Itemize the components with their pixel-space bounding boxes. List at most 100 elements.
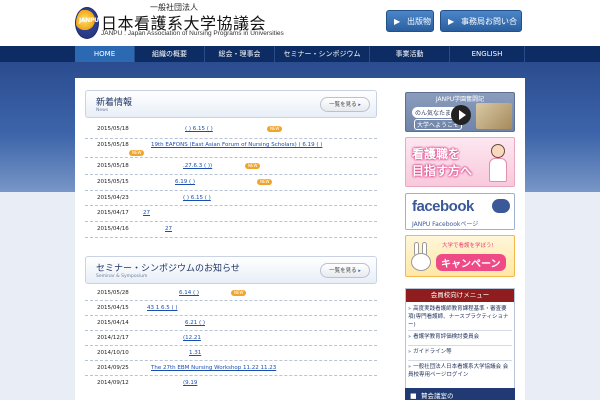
nav-activities[interactable]: 事業活動 [370,46,450,62]
video-thumbnail [476,103,512,129]
news-date: 2015/05/15 [97,179,129,185]
new-badge: NEW [257,179,273,185]
seminar-link[interactable]: (12.21 [183,335,201,341]
seminar-row[interactable]: 2015/04/15 43 1 6.5 ( ) [85,301,377,316]
new-badge: NEW [267,126,283,132]
aspiring-line1: 看護職を [412,147,461,161]
news-link[interactable]: 27 [165,226,172,232]
aspiring-nurses-banner[interactable]: 看護職を 目指す方へ [405,137,515,187]
site-header: JANPU 一般社団法人 日本看護系大学協議会 JANPU : Japan As… [0,0,600,48]
member-menu: 会員校向けメニュー » 高度実践看護師教育課程基準・審査要項(専門看護師、ナースプ… [405,288,515,400]
seminar-date: 2015/04/15 [97,305,129,311]
news-subtitle: News [96,108,109,113]
publications-button[interactable]: ▶ 出版物 [386,10,434,32]
main-nav: HOME 組織の概要 総会・理事会 セミナー・シンポジウム 事業活動 ENGLI… [0,46,600,62]
nav-general-meeting[interactable]: 総会・理事会 [205,46,275,62]
logo-badge-text: JANPU [79,17,99,24]
left-column: 新着情報 News 一覧を見る ▸ 2015/05/18 ( ) 6.15 ( … [85,90,377,388]
nav-english[interactable]: ENGLISH [450,46,525,62]
nav-home[interactable]: HOME [75,46,135,62]
seminar-title: セミナー・シンポジウムのお知らせ [96,264,240,274]
seminar-row[interactable]: 2014/10/10 1.31 [85,346,377,361]
facebook-subtitle: JANPU Facebookページ [412,221,479,228]
news-date: 2015/05/18 [97,126,129,132]
seminar-link[interactable]: 6.21 ( ) [185,320,205,326]
meeting-room-label: 賛会議室の [421,392,454,400]
arrow-right-icon: ▶ [448,17,455,26]
news-row[interactable]: 2015/04/17 27 [85,206,377,222]
news-row[interactable]: 2015/05/18 19th EAFONS (East Asian Forum… [85,139,377,158]
seminar-date: 2014/12/17 [97,335,129,341]
member-menu-item[interactable]: » ガイドライン等 [408,348,512,361]
news-link[interactable]: 27 [143,210,150,216]
news-row[interactable]: 2015/04/23 ( ) 6.15 ( ) [85,191,377,206]
member-menu-item[interactable]: » 高度実践看護師教育課程基準・審査要項(専門看護師、ナースプラクティショナー) [408,305,512,331]
seminar-link[interactable]: 6.14 ( ) [179,290,199,296]
contact-label: 事務局お問い合わせ [461,17,517,48]
news-date: 2015/04/17 [97,210,129,216]
member-menu-item[interactable]: » 看護学教育評価検討委員会 [408,333,512,346]
news-row[interactable]: 2015/04/16 27 [85,222,377,238]
publications-label: 出版物 [407,17,431,26]
seminar-header: セミナー・シンポジウムのお知らせ Seminar & Symposium 一覧を… [85,256,377,284]
chevron-right-icon: ▸ [358,102,361,108]
facebook-banner[interactable]: facebook JANPU Facebookページ [405,193,515,230]
new-badge: NEW [245,163,261,169]
seminar-more-label: 一覧を見る [329,268,357,274]
video-banner[interactable]: JANPU学園奮闘記 のん気なたまごへ 大学へようこそ [405,92,515,132]
seminar-date: 2014/09/25 [97,365,129,371]
seminar-more-button[interactable]: 一覧を見る ▸ [320,263,370,278]
seminar-link[interactable]: The 27th EBM Nursing Workshop 11.22 11.2… [151,365,276,371]
new-badge: NEW [231,290,247,296]
news-row[interactable]: 2015/05/18 .27.6.3 ( )) NEW [85,158,377,175]
news-link[interactable]: ( ) 6.15 ( ) [183,195,211,201]
org-name-en: JANPU : Japan Association of Nursing Pro… [101,30,284,37]
seminar-date: 2015/04/14 [97,320,129,326]
nurse-illustration [486,144,510,184]
news-title: 新着情報 [96,98,133,108]
news-more-button[interactable]: 一覧を見る ▸ [320,97,370,112]
news-date: 2015/05/18 [97,142,129,148]
chevron-right-icon: » [408,334,412,340]
news-link[interactable]: 19th EAFONS (East Asian Forum of Nursing… [151,142,322,148]
news-row[interactable]: 2015/05/18 ( ) 6.15 ( ) NEW [85,126,377,139]
seminar-row[interactable]: 2015/04/14 6.21 ( ) [85,316,377,331]
chevron-right-icon: » [408,349,412,355]
new-badge: NEW [129,150,145,156]
news-header: 新着情報 News 一覧を見る ▸ [85,90,377,118]
play-icon[interactable] [451,105,471,125]
facebook-logo: facebook [412,198,474,215]
book-icon: ▶ [394,17,401,26]
seminar-row[interactable]: 2014/09/12 (9.19 [85,376,377,388]
seminar-date: 2014/10/10 [97,350,129,356]
nav-about[interactable]: 組織の概要 [135,46,205,62]
news-link[interactable]: 6.19 ( ) [175,179,195,185]
nav-seminar[interactable]: セミナー・シンポジウム [275,46,370,62]
aspiring-nurses-text: 看護職を 目指す方へ [412,146,472,180]
rabbit-mascot-icon [410,242,432,272]
campaign-title: キャンペーン [436,254,506,271]
building-icon: ■ [410,392,417,400]
chevron-right-icon: ▸ [358,268,361,274]
chevron-right-icon: » [408,364,412,370]
seminar-link[interactable]: 43 1 6.5 ( ) [147,305,178,311]
seminar-link[interactable]: 1.31 [189,350,201,356]
news-row[interactable]: 2015/05/15 6.19 ( ) NEW [85,175,377,191]
campaign-banner[interactable]: 大学で看護を学ぼう! キャンペーン [405,235,515,277]
video-banner-title: JANPU学園奮闘記 [435,96,485,103]
chat-bubble-icon [492,199,510,213]
news-link[interactable]: ( ) 6.15 ( ) [185,126,213,132]
member-menu-item[interactable]: » 一般社団法人日本看護系大学協議会 会員校専用ページログイン [408,363,512,385]
meeting-room-banner[interactable]: ■ 賛会議室の [405,388,515,400]
seminar-link[interactable]: (9.19 [183,380,197,386]
seminar-subtitle: Seminar & Symposium [96,274,148,279]
campaign-tagline: 大学で看護を学ぼう! [442,243,494,249]
seminar-row[interactable]: 2015/05/28 6.14 ( ) NEW [85,287,377,301]
news-more-label: 一覧を見る [329,102,357,108]
seminar-row[interactable]: 2014/12/17 (12.21 [85,331,377,346]
seminar-date: 2015/05/28 [97,290,129,296]
seminar-row[interactable]: 2014/09/25 The 27th EBM Nursing Workshop… [85,361,377,376]
contact-button[interactable]: ▶ 事務局お問い合わせ [440,10,522,48]
aspiring-line2: 目指す方へ [412,164,473,178]
news-link[interactable]: .27.6.3 ( )) [183,163,212,169]
